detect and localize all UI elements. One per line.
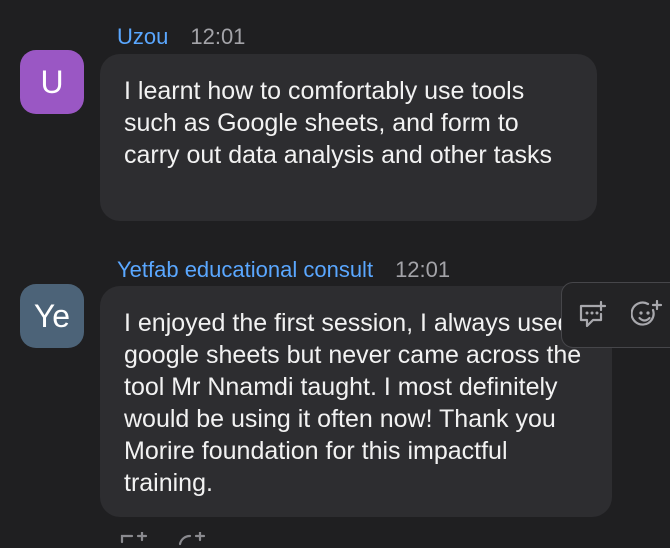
- message-text: I enjoyed the first session, I always us…: [124, 309, 582, 497]
- message-timestamp: 12:01: [395, 257, 451, 282]
- add-reaction-button[interactable]: [630, 298, 664, 332]
- chat-thread: Uzou 12:01 U I learnt how to comfortably…: [0, 0, 670, 548]
- message-hover-actions: [561, 282, 670, 348]
- reply-icon: [579, 300, 607, 328]
- message-timestamp: 12:01: [190, 24, 246, 49]
- add-reaction-icon: [631, 300, 663, 326]
- message-header: Yetfab educational consult 12:01: [117, 257, 450, 283]
- sender-name[interactable]: Uzou: [117, 24, 168, 50]
- reply-button[interactable]: [576, 298, 610, 332]
- add-reaction-icon[interactable]: [176, 532, 208, 548]
- message-bubble[interactable]: I enjoyed the first session, I always us…: [100, 286, 612, 517]
- avatar[interactable]: U: [20, 50, 84, 114]
- next-message-actions: [118, 532, 208, 548]
- avatar[interactable]: Ye: [20, 284, 84, 348]
- message-text: I learnt how to comfortably use tools su…: [124, 77, 553, 169]
- message-bubble[interactable]: I learnt how to comfortably use tools su…: [100, 54, 597, 221]
- message-header: Uzou 12:01: [117, 24, 245, 50]
- avatar-initials: Ye: [33, 297, 71, 334]
- reply-icon[interactable]: [118, 532, 150, 548]
- avatar-initials: U: [40, 63, 64, 100]
- sender-name[interactable]: Yetfab educational consult: [117, 257, 373, 283]
